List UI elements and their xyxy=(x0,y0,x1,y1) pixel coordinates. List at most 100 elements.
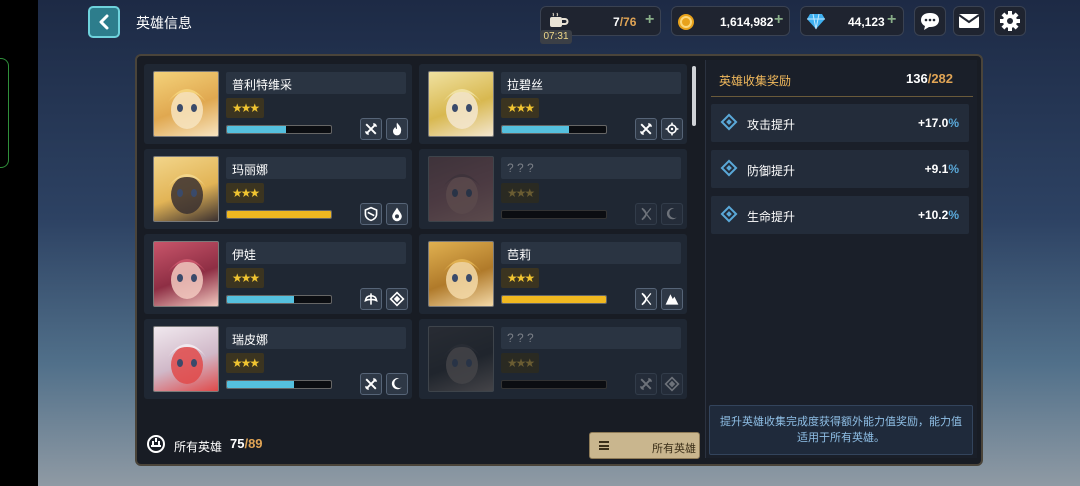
hero-star-rating: ★★★ xyxy=(226,268,264,288)
gold-value: 1,614,982 xyxy=(720,15,774,29)
hero-role-badge xyxy=(661,118,683,140)
hero-progress-bar xyxy=(226,380,332,389)
diamond-bullet-icon xyxy=(720,205,738,223)
crossed-swords-icon xyxy=(364,122,378,136)
hero-count-max: /89 xyxy=(244,436,263,451)
bonus-attack: 攻击提升 +17.0% xyxy=(711,104,969,142)
hero-name: 玛丽娜 xyxy=(232,163,269,177)
hero-helmet-icon xyxy=(147,435,165,453)
wing-icon xyxy=(364,293,378,305)
hero-role-badge xyxy=(386,203,408,225)
mountain-icon xyxy=(665,294,679,305)
hero-progress-fill xyxy=(227,126,287,133)
stamina-plus-button[interactable]: + xyxy=(645,11,654,29)
hero-card[interactable]: 拉碧丝 ★★★ xyxy=(419,64,687,144)
hero-portrait xyxy=(428,156,494,222)
hero-portrait xyxy=(153,71,219,137)
hero-card[interactable]: 瑞皮娜 ★★★ xyxy=(144,319,412,399)
mail-icon xyxy=(958,14,980,28)
gold-plus-button[interactable]: + xyxy=(774,11,783,29)
edge-tab xyxy=(0,58,9,168)
coffee-cup-icon xyxy=(550,12,569,27)
shield-icon xyxy=(364,206,378,222)
bonus-health: 生命提升 +10.2% xyxy=(711,196,969,234)
gear-icon xyxy=(665,122,679,136)
gear-icon xyxy=(1000,11,1020,31)
hero-star-rating: ★★★ xyxy=(501,268,539,288)
hero-card[interactable]: ? ? ? ★★★ xyxy=(419,319,687,399)
bonus-defense: 防御提升 +9.1% xyxy=(711,150,969,188)
hero-role-badge xyxy=(386,288,408,310)
hero-portrait xyxy=(428,241,494,307)
fire-icon xyxy=(393,122,402,136)
hero-portrait-art xyxy=(443,344,481,384)
hero-name: ? ? ? xyxy=(507,331,534,345)
bonus-value: +17.0% xyxy=(918,116,959,130)
mail-button[interactable] xyxy=(953,6,985,36)
hero-portrait-art xyxy=(443,259,481,299)
crossed-swords-icon xyxy=(364,377,378,391)
bonus-unit: % xyxy=(948,208,959,222)
bonus-number: +17.0 xyxy=(917,116,949,130)
hero-role-badge xyxy=(661,373,683,395)
diamond-icon xyxy=(664,376,680,392)
hero-portrait xyxy=(153,241,219,307)
hero-card[interactable]: 芭莉 ★★★ xyxy=(419,234,687,314)
hero-role-badge xyxy=(386,118,408,140)
hero-card[interactable]: 伊娃 ★★★ xyxy=(144,234,412,314)
hero-list-scrollbar[interactable] xyxy=(692,66,696,126)
chat-button[interactable] xyxy=(914,6,946,36)
hero-progress-bar xyxy=(501,295,607,304)
hero-count: 75/89 xyxy=(230,436,263,451)
gem-resource: 44,123 + xyxy=(800,6,904,36)
hero-list[interactable]: 普利特维采 ★★★ 拉碧丝 ★★★ 玛丽娜 ★★★? ? ? ★★★ 伊娃 ★★★ 芭莉 ★★★ 瑞皮… xyxy=(144,64,700,424)
collection-reward-note: 提升英雄收集完成度获得额外能力值奖励，能力值适用于所有英雄。 xyxy=(709,405,973,455)
hero-progress-fill xyxy=(502,296,606,303)
gem-plus-button[interactable]: + xyxy=(887,11,896,29)
hero-name: 芭莉 xyxy=(507,248,532,262)
hero-progress-bar xyxy=(501,210,607,219)
hero-role-badge xyxy=(360,203,382,225)
hero-portrait-art xyxy=(168,344,206,384)
bow-icon xyxy=(641,292,652,306)
settings-button[interactable] xyxy=(994,6,1026,36)
gold-coin-icon xyxy=(678,14,694,30)
hero-count-value: 75 xyxy=(230,436,245,451)
moon-icon xyxy=(666,208,677,220)
hero-card[interactable]: 普利特维采 ★★★ xyxy=(144,64,412,144)
bonus-number: +10.2 xyxy=(917,208,949,222)
gold-resource: 1,614,982 + xyxy=(671,6,790,36)
hero-star-rating: ★★★ xyxy=(226,183,264,203)
hero-progress-fill xyxy=(227,296,294,303)
chat-bubble-icon xyxy=(921,13,939,30)
crossed-swords-icon xyxy=(639,122,653,136)
hero-portrait-art xyxy=(168,259,206,299)
reward-count-max: /282 xyxy=(927,71,954,86)
water-drop-icon xyxy=(392,207,402,222)
filter-list-icon xyxy=(599,441,609,450)
hero-card[interactable]: ? ? ? ★★★ xyxy=(419,149,687,229)
hero-progress-bar xyxy=(501,380,607,389)
hero-portrait-art xyxy=(443,174,481,214)
hero-portrait xyxy=(428,326,494,392)
hero-portrait xyxy=(428,71,494,137)
hero-role-badge xyxy=(635,373,657,395)
diamond-bullet-icon xyxy=(720,159,738,177)
hero-progress-bar xyxy=(226,210,332,219)
hero-role-badge xyxy=(635,288,657,310)
filter-button-label: 所有英雄 xyxy=(652,443,696,455)
hero-portrait xyxy=(153,326,219,392)
hero-role-badge xyxy=(661,288,683,310)
diamond-gem-icon xyxy=(807,13,825,30)
crossed-swords-icon xyxy=(639,377,653,391)
moon-icon xyxy=(391,378,402,390)
hero-name: 拉碧丝 xyxy=(507,78,544,92)
hero-role-badge xyxy=(360,118,382,140)
hero-card[interactable]: 玛丽娜 ★★★ xyxy=(144,149,412,229)
filter-button[interactable]: 所有英雄 xyxy=(589,432,700,459)
hero-role-badge xyxy=(360,288,382,310)
hero-role-badge xyxy=(360,373,382,395)
hero-progress-fill xyxy=(227,381,294,388)
back-button[interactable] xyxy=(88,6,120,38)
bonus-unit: % xyxy=(948,116,959,130)
